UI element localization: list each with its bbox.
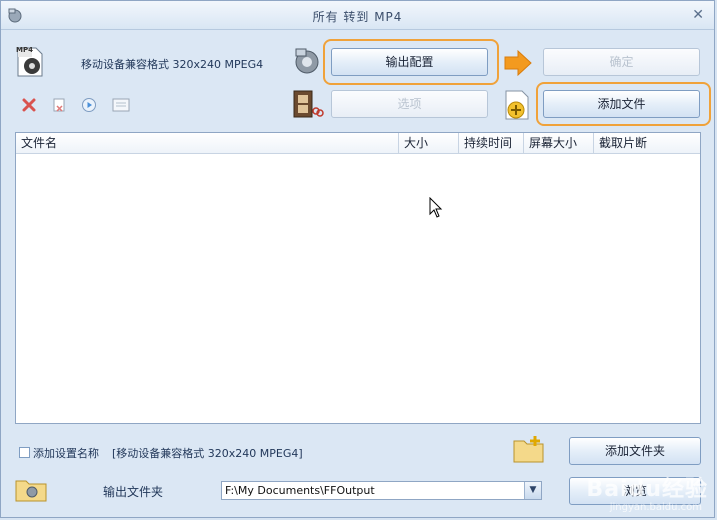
watermark-logo: Baidu经验 bbox=[586, 477, 708, 502]
output-folder-label: 输出文件夹 bbox=[103, 485, 164, 499]
table-header: 文件名 大小 持续时间 屏幕大小 截取片断 bbox=[16, 133, 700, 154]
info-icon[interactable] bbox=[112, 98, 130, 112]
ok-button[interactable]: 确定 bbox=[543, 48, 700, 76]
arrow-right-icon bbox=[504, 49, 532, 77]
output-folder-select[interactable]: F:\My Documents\FFOutput ▼ bbox=[221, 481, 542, 500]
converter-window: 所有 转到 MP4 ✕ MP4 移动设备兼容格式 320x240 MPEG4 输… bbox=[0, 0, 715, 518]
settings-gear-icon bbox=[295, 48, 319, 74]
options-button[interactable]: 选项 bbox=[331, 90, 488, 118]
mp4-icon-text: MP4 bbox=[16, 46, 33, 54]
file-list-table[interactable]: 文件名 大小 持续时间 屏幕大小 截取片断 bbox=[15, 132, 701, 424]
add-file-icon bbox=[505, 90, 529, 120]
add-settings-name-label: 添加设置名称 bbox=[33, 447, 99, 460]
add-settings-name-checkbox[interactable] bbox=[19, 447, 30, 458]
column-duration[interactable]: 持续时间 bbox=[459, 133, 524, 153]
play-icon[interactable] bbox=[81, 97, 97, 113]
add-file-button[interactable]: 添加文件 bbox=[543, 90, 700, 118]
add-folder-button[interactable]: 添加文件夹 bbox=[569, 437, 701, 465]
column-size[interactable]: 大小 bbox=[399, 133, 459, 153]
mouse-cursor-icon bbox=[429, 197, 443, 218]
clear-icon[interactable] bbox=[51, 97, 67, 113]
add-settings-name-value: [移动设备兼容格式 320x240 MPEG4] bbox=[112, 447, 303, 460]
delete-icon[interactable] bbox=[21, 97, 37, 113]
chevron-down-icon[interactable]: ▼ bbox=[524, 482, 541, 499]
output-folder-path: F:\My Documents\FFOutput bbox=[225, 484, 375, 497]
watermark-url: jingyan.baidu.com bbox=[609, 502, 702, 513]
title-bar: 所有 转到 MP4 ✕ bbox=[1, 1, 714, 30]
output-folder-icon[interactable] bbox=[15, 476, 47, 502]
output-config-button[interactable]: 输出配置 bbox=[331, 48, 488, 76]
column-clip[interactable]: 截取片断 bbox=[594, 133, 700, 153]
film-cut-icon bbox=[293, 90, 324, 118]
column-screen-size[interactable]: 屏幕大小 bbox=[524, 133, 594, 153]
close-icon[interactable]: ✕ bbox=[692, 7, 704, 23]
column-filename[interactable]: 文件名 bbox=[16, 133, 399, 153]
add-folder-icon bbox=[513, 436, 544, 463]
window-title: 所有 转到 MP4 bbox=[312, 10, 403, 24]
format-label: 移动设备兼容格式 320x240 MPEG4 bbox=[81, 58, 264, 71]
